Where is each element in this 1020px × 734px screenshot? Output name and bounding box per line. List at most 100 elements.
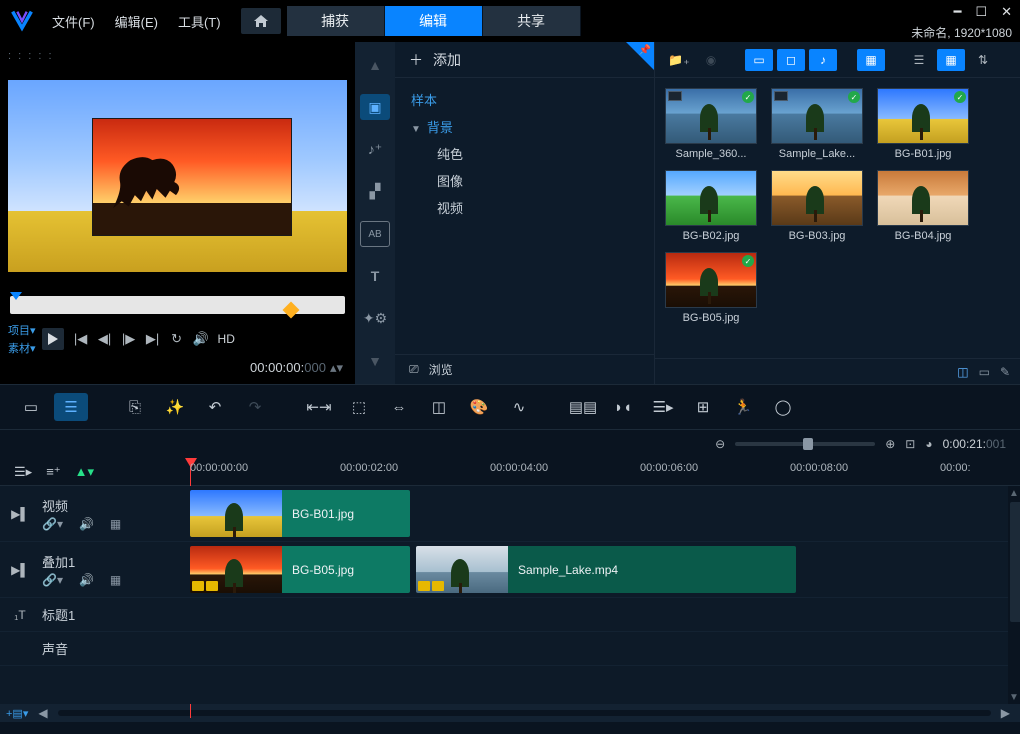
view-list-icon[interactable]: ☰ (905, 49, 933, 71)
window-close[interactable]: ✕ (1001, 4, 1012, 20)
panel-layout1-icon[interactable]: ◫ (957, 365, 968, 379)
track-head-audio[interactable]: 声音 (0, 632, 190, 665)
clock-icon[interactable]: ◕ (925, 437, 932, 451)
track-lane-overlay[interactable]: BG-B05.jpgSample_Lake.mp4 (190, 542, 1020, 597)
sort-icon[interactable]: ⇅ (969, 49, 997, 71)
scroll-down-icon[interactable]: ▼ (360, 348, 390, 374)
tool-fx-icon[interactable]: ✨ (158, 393, 192, 421)
preview-canvas[interactable] (8, 80, 347, 272)
zoom-out-icon[interactable]: ⊖ (715, 437, 725, 451)
media-thumb[interactable]: BG-B04.jpg (877, 170, 969, 242)
window-minimize[interactable]: ━ (954, 4, 962, 20)
mute-icon[interactable]: 🔊 (79, 573, 94, 587)
title-tab-icon[interactable]: AB (360, 221, 390, 247)
timeline-clip[interactable]: Sample_Lake.mp4 (416, 546, 796, 593)
tool-color-icon[interactable]: 🎨 (462, 393, 496, 421)
timeline-ruler[interactable]: 00:00:00:0000:00:02:0000:00:04:0000:00:0… (190, 458, 1020, 485)
tool-chapter-icon[interactable]: ☰▸ (646, 393, 680, 421)
menu-file[interactable]: 文件(F) (52, 12, 95, 31)
play-button[interactable] (42, 328, 64, 350)
vertical-scrollbar[interactable]: ▲▼ (1008, 486, 1020, 704)
horizontal-scrollbar[interactable]: +▤▾ ◀ ▶ (0, 704, 1020, 722)
link-icon[interactable]: 🔗▾ (42, 517, 63, 531)
panel-edit-icon[interactable]: ✎ (1000, 365, 1010, 379)
mute-icon[interactable]: 🔊 (79, 517, 94, 531)
storyboard-view-icon[interactable]: ▭ (14, 393, 48, 421)
track-head-title[interactable]: ₁T 标题1 (0, 598, 190, 631)
media-thumb[interactable]: BG-B02.jpg (665, 170, 757, 242)
scroll-left-icon[interactable]: ◀ (34, 706, 51, 720)
audio-tab-icon[interactable]: ♪⁺ (360, 136, 390, 162)
preview-scrubber[interactable] (10, 296, 345, 314)
timeline-clip[interactable]: BG-B01.jpg (190, 490, 410, 537)
track-expand-icon[interactable]: ▲▾ (75, 464, 94, 480)
view-thumb-icon[interactable]: ▦ (857, 49, 885, 71)
home-button[interactable] (241, 8, 281, 34)
track-options-icon[interactable]: ☰▸ (14, 464, 32, 480)
tree-background[interactable]: ▼背景 (395, 113, 654, 140)
volume-icon[interactable]: 🔊 (190, 331, 212, 347)
tree-image[interactable]: 图像 (395, 167, 654, 194)
media-thumb[interactable]: ✓BG-B01.jpg (877, 88, 969, 160)
filter-audio-icon[interactable]: ♪ (809, 49, 837, 71)
tool-motion-icon[interactable]: 🏃 (726, 393, 760, 421)
scroll-up-icon[interactable]: ▲ (360, 52, 390, 78)
text-tab-icon[interactable]: T (360, 263, 390, 289)
prev-frame-icon[interactable]: ◀| (94, 331, 116, 347)
tab-capture[interactable]: 捕获 (287, 6, 385, 36)
filter-photo-icon[interactable]: ◻ (777, 49, 805, 71)
track-add-icon[interactable]: ≡⁺ (46, 464, 60, 480)
import-icon[interactable]: 📁₊ (665, 49, 693, 71)
quality-hd[interactable]: HD (218, 332, 235, 346)
loop-icon[interactable]: ↻ (166, 331, 188, 347)
tree-solid-color[interactable]: 纯色 (395, 140, 654, 167)
filter-video-icon[interactable]: ▭ (745, 49, 773, 71)
pin-icon[interactable]: 📌 (626, 42, 654, 70)
zoom-in-icon[interactable]: ⊕ (885, 437, 895, 451)
tool-stretch-icon[interactable]: ⇔ (382, 393, 416, 421)
media-tab-icon[interactable]: ▣ (360, 94, 390, 120)
pip-overlay[interactable] (92, 118, 292, 236)
tab-share[interactable]: 共享 (483, 6, 581, 36)
tool-crop-icon[interactable]: ◫ (422, 393, 456, 421)
link-icon[interactable]: 🔗▾ (42, 573, 63, 587)
menu-tools[interactable]: 工具(T) (178, 12, 221, 31)
fx-icon[interactable]: ▦ (110, 573, 121, 587)
zoom-fit-icon[interactable]: ⊡ (905, 437, 915, 451)
capture-icon[interactable]: ◉ (697, 49, 725, 71)
media-thumb[interactable]: BG-B03.jpg (771, 170, 863, 242)
track-head-overlay[interactable]: ▶▌ 叠加1 🔗▾🔊▦ (0, 542, 190, 597)
tree-video[interactable]: 视频 (395, 194, 654, 221)
scroll-right-icon[interactable]: ▶ (997, 706, 1014, 720)
timeline-view-icon[interactable]: ☰ (54, 393, 88, 421)
window-maximize[interactable]: ☐ (975, 4, 987, 20)
menu-edit[interactable]: 编辑(E) (115, 12, 158, 31)
preview-project-label[interactable]: 项目▾ (8, 322, 36, 338)
tool-grid-icon[interactable]: ⊞ (686, 393, 720, 421)
timeline-clip[interactable]: BG-B05.jpg (190, 546, 410, 593)
panel-grip[interactable]: : : : : : (8, 50, 347, 62)
fx-tab-icon[interactable]: ✦⚙ (360, 306, 390, 332)
media-thumb[interactable]: ✓Sample_Lake... (771, 88, 863, 160)
tool-mask-icon[interactable]: ◗◖ (606, 393, 640, 421)
tab-edit[interactable]: 编辑 (385, 6, 483, 36)
tool-fit-icon[interactable]: ⇤⇥ (302, 393, 336, 421)
fx-icon[interactable]: ▦ (110, 517, 121, 531)
panel-layout2-icon[interactable]: ▭ (979, 365, 990, 379)
preview-clip-label[interactable]: 素材▾ (8, 340, 36, 356)
tool-multicam-icon[interactable]: ▤▤ (566, 393, 600, 421)
tool-audio-icon[interactable]: ∿ (502, 393, 536, 421)
tree-sample[interactable]: 样本 (395, 86, 654, 113)
tool-360-icon[interactable]: ◯ (766, 393, 800, 421)
browse-button[interactable]: ⎚ 浏览 (395, 354, 654, 384)
zoom-slider[interactable] (735, 442, 875, 446)
add-folder-button[interactable]: ＋ 添加 📌 (395, 42, 654, 78)
track-lane-audio[interactable] (190, 632, 1020, 665)
track-lane-video[interactable]: BG-B01.jpg (190, 486, 1020, 541)
media-thumb[interactable]: ✓Sample_360... (665, 88, 757, 160)
go-start-icon[interactable]: |◀ (70, 331, 92, 347)
view-grid-icon[interactable]: ▦ (937, 49, 965, 71)
go-end-icon[interactable]: ▶| (142, 331, 164, 347)
transition-tab-icon[interactable]: ▞ (360, 179, 390, 205)
track-head-video[interactable]: ▶▌ 视频 🔗▾🔊▦ (0, 486, 190, 541)
